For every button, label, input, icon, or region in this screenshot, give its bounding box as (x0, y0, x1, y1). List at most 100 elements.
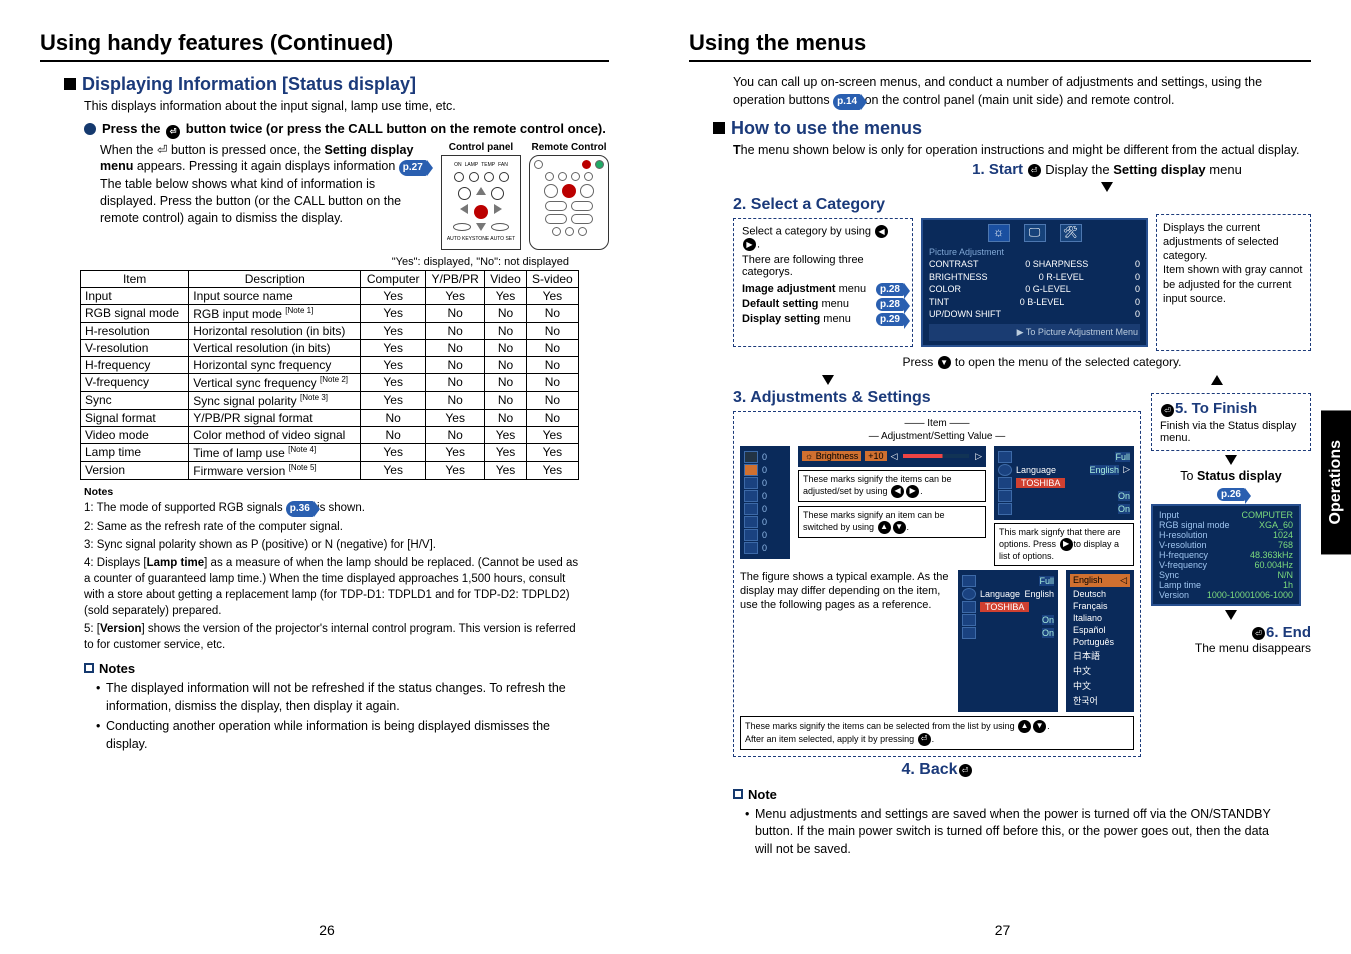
page-ref-14: p.14 (833, 94, 861, 110)
down-arrow-icon: ▼ (1033, 720, 1046, 733)
left-h2: Displaying Information [Status display] (64, 74, 609, 95)
table-row: V-resolutionVertical resolution (in bits… (81, 339, 579, 356)
menus-intro: You can call up on-screen menus, and con… (733, 74, 1311, 110)
note-item: 3: Sync signal polarity shown as P (posi… (84, 537, 579, 553)
table-row: SyncSync signal polarity [Note 3]YesNoNo… (81, 391, 579, 409)
language-options-list: English◁DeutschFrançaisItalianoEspañolPo… (1066, 570, 1134, 712)
page-ref-28: p.28 (876, 298, 904, 311)
step-2-title: 2. Select a Category (733, 196, 1311, 214)
control-panel-caption: Control panel (441, 142, 521, 153)
side-tab-operations: Operations (1321, 410, 1351, 554)
menu-sim-picture-adjustment: ☼ 🖵 🛠 Picture Adjustment CONTRAST0 SHARP… (921, 218, 1148, 347)
status-info-table: ItemDescriptionComputerY/PB/PRVideoS-vid… (80, 270, 579, 480)
square-bullet-icon (713, 122, 725, 134)
enter-button-icon: ⏎ (157, 143, 167, 157)
middle-hint: Press ▼ to open the menu of the selected… (773, 355, 1311, 369)
note-item: Conducting another operation while infor… (96, 718, 579, 753)
left-title: Using handy features (Continued) (40, 30, 609, 62)
step-3-box: —— Item —— — Adjustment/Setting Value — … (733, 411, 1141, 757)
step-5-box: ⏎5. To Finish Finish via the Status disp… (1151, 393, 1311, 451)
body-paragraph: When the ⏎ button is pressed once, the S… (100, 142, 433, 227)
note-select-apply: These marks signify the items can be sel… (740, 716, 1134, 750)
enter-button-icon: ⏎ (1161, 404, 1174, 417)
note-item: 2: Same as the refresh rate of the compu… (84, 519, 579, 535)
table-row: RGB signal modeRGB input mode [Note 1]Ye… (81, 304, 579, 322)
enter-button-icon: ⏎ (166, 125, 180, 139)
steps-5-6-column: ⏎5. To Finish Finish via the Status disp… (1151, 389, 1311, 655)
left-page: Using handy features (Continued) Display… (40, 30, 614, 944)
table-row: Signal formatY/PB/PR signal formatNoYesN… (81, 409, 579, 426)
table-header: Y/PB/PR (426, 270, 485, 287)
up-arrow-icon: ▲ (1018, 720, 1031, 733)
square-bullet-icon (64, 78, 76, 90)
table-header: Computer (361, 270, 426, 287)
step-6-text: The menu disappears (1151, 641, 1311, 655)
right-note-heading: Note (733, 787, 1311, 802)
enter-button-icon: ⏎ (1252, 627, 1265, 640)
bullet-notes: The displayed information will not be re… (96, 680, 579, 753)
table-header: S-video (526, 270, 578, 287)
right-page: Using the menus You can call up on-scree… (684, 30, 1311, 944)
arrow-down-icon (1225, 610, 1237, 620)
table-row: VersionFirmware version [Note 5]YesYesYe… (81, 461, 579, 479)
arrow-up-icon (1211, 375, 1223, 385)
note-adjust-lr: These marks signify the items can be adj… (798, 470, 986, 502)
adj-sim-options-bottom: Full LanguageEnglish TOSHIBA On On (958, 570, 1058, 712)
right-arrow-icon: ▶ (1060, 538, 1073, 551)
right-arrow-icon: ▶ (743, 238, 756, 251)
page-ref-26: p.26 (1217, 488, 1245, 501)
table-row: Video modeColor method of video signalNo… (81, 426, 579, 443)
numbered-notes: 1: The mode of supported RGB signals p.3… (84, 500, 579, 654)
table-header: Item (81, 270, 189, 287)
sun-icon: ☼ (988, 224, 1010, 242)
enter-button-icon: ⏎ (918, 733, 931, 746)
table-legend: "Yes": displayed, "No": not displayed (40, 256, 569, 268)
blue-dot-icon (84, 123, 96, 135)
step-3-title: 3. Adjustments & Settings (733, 389, 1141, 407)
step-2-row: Select a category by using ◀▶. There are… (733, 214, 1311, 351)
page-ref-36: p.36 (286, 501, 314, 517)
step-instruction: Press the ⏎ button twice (or press the C… (84, 121, 609, 138)
arrow-down-icon (1101, 182, 1113, 192)
note-options-list: This mark signfy that there are options.… (994, 523, 1134, 566)
right-h2: How to use the menus (713, 118, 1311, 139)
step-3-desc: The figure shows a typical example. As t… (740, 570, 950, 712)
monitor-icon: 🖵 (1024, 224, 1046, 242)
notes2-heading: Notes (84, 661, 609, 676)
h2-desc: The menu shown below is only for operati… (733, 143, 1311, 157)
page-number-left: 26 (40, 922, 614, 938)
enter-button-icon: ⏎ (1028, 164, 1041, 177)
arrow-down-icon (822, 375, 834, 385)
down-arrow-icon: ▼ (893, 521, 906, 534)
step-6: ⏎6. End (1151, 624, 1311, 641)
hollow-square-icon (733, 789, 743, 799)
arrow-down-icon (1225, 455, 1237, 465)
page-ref-29: p.29 (876, 313, 904, 326)
right-title: Using the menus (689, 30, 1311, 62)
hollow-square-icon (84, 663, 94, 673)
body-with-diagrams: When the ⏎ button is pressed once, the S… (100, 142, 609, 250)
status-display-sim: InputCOMPUTERRGB signal modeXGA_60H-reso… (1151, 504, 1301, 606)
note-item: 1: The mode of supported RGB signals p.3… (84, 500, 579, 517)
adj-sim-options-top: Full LanguageEnglish▷ TOSHIBA On On (994, 446, 1134, 520)
down-arrow-icon: ▼ (938, 356, 951, 369)
table-header: Description (189, 270, 361, 287)
left-arrow-icon: ◀ (891, 485, 904, 498)
table-row: H-resolutionHorizontal resolution (in bi… (81, 322, 579, 339)
step-1: 1. Start ⏎ Display the Setting display m… (903, 161, 1311, 192)
right-arrow-icon: ▶ (906, 485, 919, 498)
note-item: 5: [Version] shows the version of the pr… (84, 621, 579, 653)
page-ref-27: p.27 (399, 160, 427, 176)
notes-heading: Notes (84, 486, 609, 498)
control-panel-diagram: ONLAMPTEMPFAN AUTO KEYSTONE AUTO SET (441, 155, 521, 250)
right-note-list: Menu adjustments and settings are saved … (745, 806, 1281, 859)
page-ref-28: p.28 (876, 283, 904, 296)
table-header: Video (485, 270, 526, 287)
table-row: Lamp timeTime of lamp use [Note 4]YesYes… (81, 443, 579, 461)
step-2-left-box: Select a category by using ◀▶. There are… (733, 218, 913, 347)
page-number-right: 27 (689, 922, 1316, 938)
left-arrow-icon: ◀ (875, 225, 888, 238)
tools-icon: 🛠 (1060, 224, 1082, 242)
table-row: InputInput source nameYesYesYesYes (81, 287, 579, 304)
table-row: V-frequencyVertical sync frequency [Note… (81, 373, 579, 391)
